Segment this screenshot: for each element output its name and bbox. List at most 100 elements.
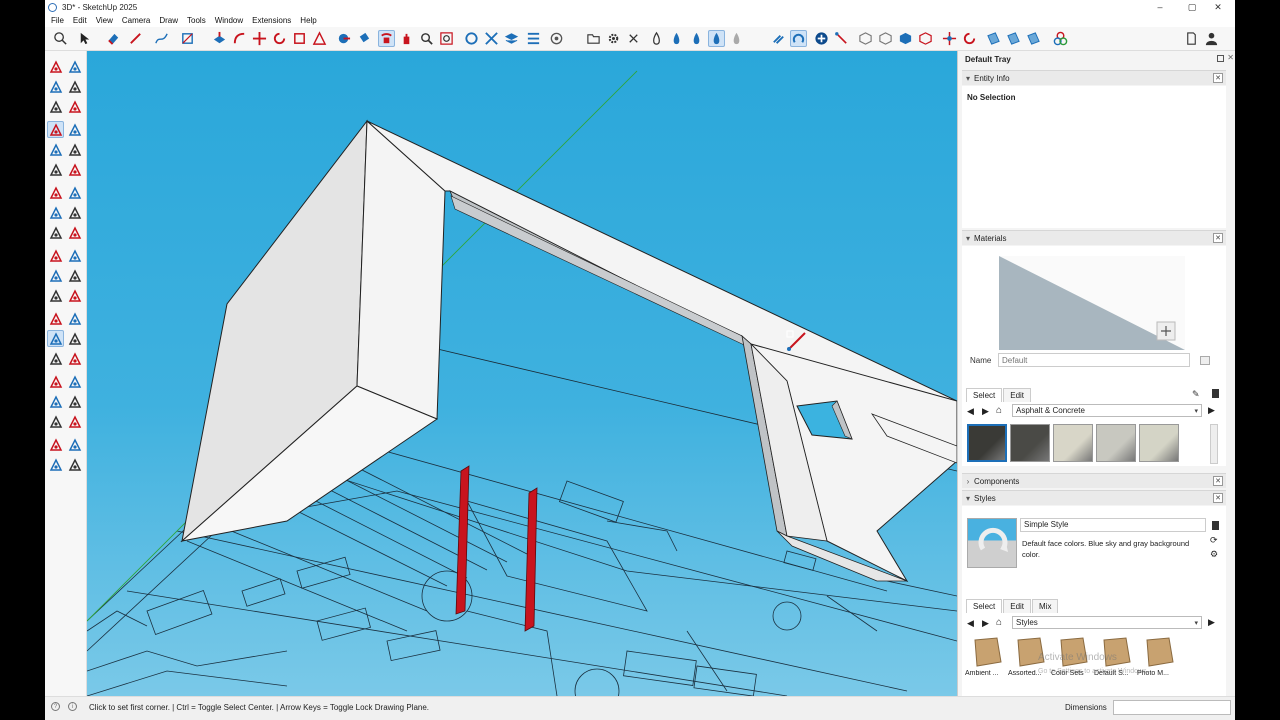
style-details-icon[interactable] <box>1212 521 1219 530</box>
rectangle-icon[interactable] <box>179 30 196 47</box>
menu-extensions[interactable]: Extensions <box>252 16 291 25</box>
shape-2-icon[interactable] <box>877 30 894 47</box>
axes-icon[interactable] <box>47 287 64 304</box>
styles-header[interactable]: ▾ Styles ✕ <box>962 490 1226 505</box>
zoom-extents-icon[interactable] <box>438 30 455 47</box>
dimension-icon[interactable] <box>66 287 83 304</box>
transform-2-icon[interactable] <box>961 30 978 47</box>
style-folder-photo[interactable]: Photo M... <box>1137 634 1179 677</box>
red-column-left[interactable] <box>455 465 470 615</box>
drop-outline-icon[interactable] <box>648 30 665 47</box>
close-button[interactable]: ✕ <box>1205 0 1231 14</box>
paint-bucket-icon[interactable] <box>355 30 372 47</box>
section-cut-icon[interactable] <box>483 30 500 47</box>
styles-close-icon[interactable]: ✕ <box>1213 493 1223 503</box>
drop-filled-icon[interactable] <box>688 30 705 47</box>
orbit-icon[interactable] <box>378 30 395 47</box>
minimize-button[interactable]: – <box>1147 0 1173 14</box>
zoom-icon[interactable] <box>47 350 64 367</box>
components-header[interactable]: › Components ✕ <box>962 473 1226 488</box>
pencil-line-icon[interactable] <box>127 30 144 47</box>
create-material-icon[interactable] <box>1200 356 1210 365</box>
style-collection-select[interactable]: Styles ▾ <box>1012 616 1202 629</box>
forward-icon[interactable]: ▶ <box>982 618 989 629</box>
snap-icon[interactable] <box>790 30 807 47</box>
menu-camera[interactable]: Camera <box>122 16 150 25</box>
transform-1-icon[interactable] <box>941 30 958 47</box>
sandbox-1-icon[interactable] <box>47 436 64 453</box>
components-close-icon[interactable]: ✕ <box>1213 476 1223 486</box>
protractor-icon[interactable] <box>47 267 64 284</box>
offset-icon[interactable] <box>66 247 83 264</box>
back-icon[interactable]: ◀ <box>967 406 974 417</box>
tab-edit[interactable]: Edit <box>1003 388 1032 402</box>
freehand-icon[interactable] <box>66 98 83 115</box>
entity-info-header[interactable]: ▾ Entity Info ✕ <box>962 70 1226 85</box>
orbit-icon[interactable] <box>47 330 64 347</box>
shape-4-icon[interactable] <box>917 30 934 47</box>
solid-tools-icon[interactable] <box>525 30 542 47</box>
style-folder-ambient[interactable]: Ambient ... <box>965 634 1007 677</box>
add-circle-icon[interactable] <box>813 30 830 47</box>
drop-active-icon[interactable] <box>708 30 725 47</box>
pan-icon[interactable] <box>398 30 415 47</box>
zoom-extents-icon[interactable] <box>47 373 64 390</box>
tray-close-icon[interactable]: ✕ <box>1227 53 1234 62</box>
material-swatch-4[interactable] <box>1096 424 1136 462</box>
collection-menu-icon[interactable]: ▶ <box>1208 617 1215 628</box>
menu-view[interactable]: View <box>96 16 113 25</box>
arc-icon[interactable] <box>47 161 64 178</box>
tab-edit[interactable]: Edit <box>1003 599 1032 613</box>
warehouse-icon[interactable] <box>548 30 565 47</box>
forward-icon[interactable]: ▶ <box>982 406 989 417</box>
line-icon[interactable] <box>833 30 850 47</box>
gear-icon[interactable] <box>605 30 622 47</box>
eraser-icon[interactable] <box>47 78 64 95</box>
restore-button[interactable]: ▢ <box>1179 0 1205 14</box>
zoom-window-icon[interactable] <box>66 350 83 367</box>
follow-me-icon[interactable] <box>66 224 83 241</box>
paint-icon[interactable] <box>66 58 83 75</box>
eraser-icon[interactable] <box>105 30 122 47</box>
credits-icon[interactable]: i <box>68 702 77 711</box>
prev-view-icon[interactable] <box>66 373 83 390</box>
shape-3-icon[interactable] <box>897 30 914 47</box>
pan-icon[interactable] <box>66 330 83 347</box>
tape-icon[interactable] <box>66 78 83 95</box>
material-name-field[interactable] <box>998 353 1190 367</box>
pin-icon[interactable] <box>1217 55 1224 62</box>
walk-icon[interactable] <box>66 393 83 410</box>
rotated-rect-icon[interactable] <box>66 121 83 138</box>
rectangle-outline-icon[interactable] <box>585 30 602 47</box>
home-icon[interactable]: ⌂ <box>996 405 1002 416</box>
text-icon[interactable] <box>66 267 83 284</box>
grid-1-icon[interactable] <box>985 30 1002 47</box>
offset-icon[interactable] <box>311 30 328 47</box>
grid-3-icon[interactable] <box>1025 30 1042 47</box>
scene-canvas[interactable] <box>87 51 957 696</box>
pie-icon[interactable] <box>66 161 83 178</box>
move-icon[interactable] <box>251 30 268 47</box>
swatch-scrollbar[interactable] <box>1210 424 1218 464</box>
style-settings-icon[interactable]: ⚙ <box>1210 549 1218 560</box>
select-icon[interactable] <box>47 58 64 75</box>
sandbox-3-icon[interactable] <box>47 456 64 473</box>
sandbox-4-icon[interactable] <box>66 456 83 473</box>
refresh-icon[interactable]: ⟳ <box>1210 535 1218 546</box>
follow-me-icon[interactable] <box>231 30 248 47</box>
search-icon[interactable] <box>52 30 69 47</box>
circle-icon[interactable] <box>47 141 64 158</box>
eyedropper-icon[interactable]: ✎ <box>1192 389 1200 400</box>
rectangle-icon[interactable] <box>47 121 64 138</box>
sandbox-2-icon[interactable] <box>66 436 83 453</box>
push-pull-icon[interactable] <box>211 30 228 47</box>
pencil-icon[interactable] <box>47 98 64 115</box>
material-swatch-5[interactable] <box>1139 424 1179 462</box>
rotate-icon[interactable] <box>271 30 288 47</box>
user-account-icon[interactable] <box>1203 30 1220 47</box>
drop-xray-icon[interactable] <box>728 30 745 47</box>
home-icon[interactable]: ⌂ <box>996 617 1002 628</box>
section-icon[interactable] <box>47 310 64 327</box>
details-icon[interactable] <box>1212 389 1219 398</box>
drop-half-icon[interactable] <box>668 30 685 47</box>
